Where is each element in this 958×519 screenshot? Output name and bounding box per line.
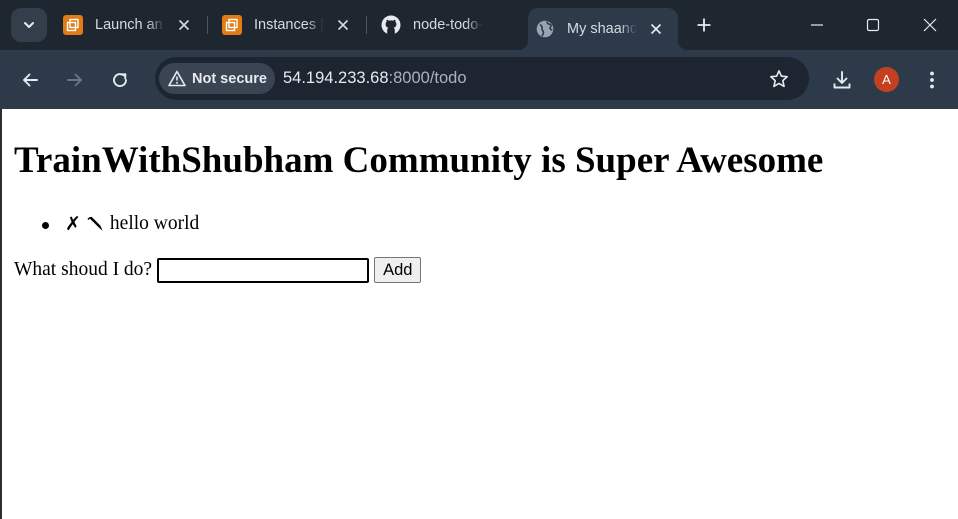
tab-title: My shaandaar Todo <box>567 21 637 37</box>
tab-instances[interactable]: Instances | EC2 <box>215 8 365 42</box>
tab-search-button[interactable] <box>11 8 47 42</box>
profile-avatar[interactable]: A <box>874 67 899 92</box>
bookmark-star-icon[interactable] <box>767 67 791 91</box>
tab-title: Launch an instance | EC2 <box>95 17 165 33</box>
security-label: Not secure <box>192 70 267 87</box>
minimize-button[interactable] <box>806 14 828 36</box>
url-path: :8000/todo <box>388 69 467 87</box>
arrow-left-icon <box>23 73 38 87</box>
reload-icon <box>113 73 127 87</box>
tab-launch-instance[interactable]: Launch an instance | EC2 <box>56 8 206 42</box>
plus-icon <box>697 18 711 32</box>
tab-my-todo[interactable]: My shaandaar Todo <box>518 8 688 50</box>
tab-title: Instances | EC2 <box>254 17 324 33</box>
edit-pencil-icon[interactable] <box>87 216 104 233</box>
menu-button[interactable] <box>918 66 946 94</box>
aws-icon <box>222 15 242 35</box>
tab-strip: Launch an instance | EC2 Instances | EC2… <box>0 0 958 50</box>
list-item: ✗ hello world <box>42 213 199 235</box>
close-window-button[interactable] <box>919 14 941 36</box>
todo-input[interactable] <box>157 257 370 283</box>
todo-list: ✗ hello world <box>42 213 199 235</box>
todo-text: hello world <box>109 213 200 234</box>
tab-separator <box>366 16 367 34</box>
reload-button[interactable] <box>106 66 134 94</box>
toolbar: Not secure 54.194.233.68:8000/todo A <box>0 50 958 109</box>
new-tab-button[interactable] <box>692 13 716 37</box>
globe-icon <box>535 19 555 39</box>
close-icon[interactable] <box>334 16 352 34</box>
download-icon <box>833 71 851 89</box>
tab-separator <box>207 16 208 34</box>
close-icon[interactable] <box>175 16 193 34</box>
add-todo-form: What shoud I do? Add <box>14 257 422 283</box>
tab-github[interactable]: node-todo-cicd <box>374 8 524 42</box>
url-text[interactable]: 54.194.233.68:8000/todo <box>283 69 467 88</box>
close-icon <box>923 18 937 32</box>
url-host: 54.194.233.68 <box>283 69 389 87</box>
back-button[interactable] <box>16 66 44 94</box>
address-bar[interactable]: Not secure 54.194.233.68:8000/todo <box>155 57 809 100</box>
delete-link[interactable]: ✗ <box>65 213 81 235</box>
forward-button[interactable] <box>61 66 89 94</box>
close-icon[interactable] <box>647 20 665 38</box>
maximize-icon <box>866 18 880 32</box>
page-title: TrainWithShubham Community is Super Awes… <box>14 140 824 181</box>
page-content: TrainWithShubham Community is Super Awes… <box>0 109 958 519</box>
warning-icon <box>168 70 186 88</box>
add-button[interactable]: Add <box>374 257 422 283</box>
arrow-right-icon <box>67 73 82 87</box>
aws-icon <box>63 15 83 35</box>
bullet <box>42 221 49 229</box>
github-icon <box>381 15 401 35</box>
more-vertical-icon <box>930 71 934 89</box>
chevron-down-icon <box>24 22 34 28</box>
maximize-button[interactable] <box>862 14 884 36</box>
tab-title: node-todo-cicd <box>413 17 483 33</box>
minimize-icon <box>811 24 823 26</box>
security-chip[interactable]: Not secure <box>159 63 275 94</box>
todo-input-label: What shoud I do? <box>14 259 153 280</box>
browser-chrome: Launch an instance | EC2 Instances | EC2… <box>0 0 958 109</box>
downloads-button[interactable] <box>828 66 856 94</box>
